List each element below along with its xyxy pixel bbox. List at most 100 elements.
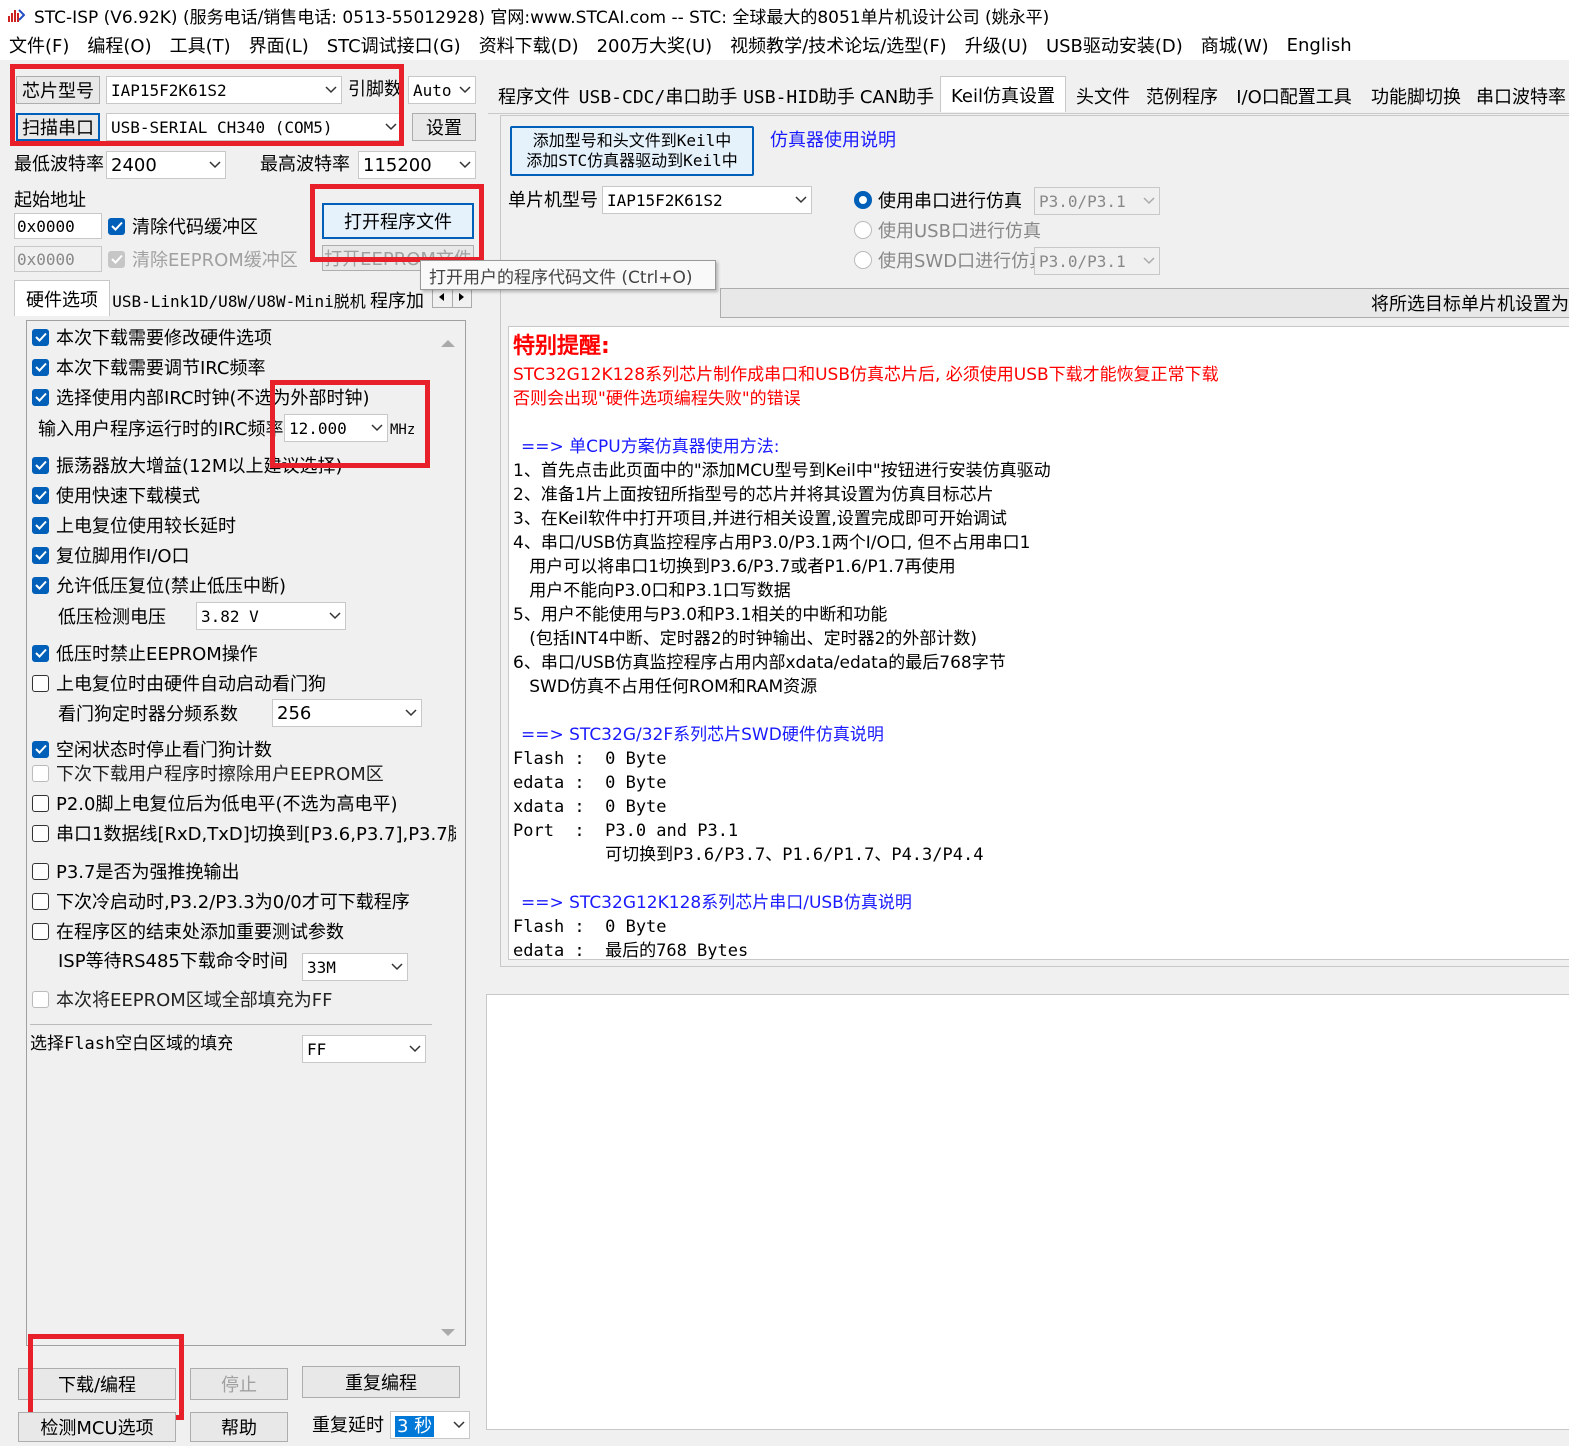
hardware-option-checkbox[interactable]: 本次下载需要修改硬件选项 [32,324,272,350]
menu-file[interactable]: 文件(F) [0,32,78,58]
tab-program-file[interactable]: 程序文件 [492,80,576,112]
hardware-option-checkbox[interactable]: 下次冷启动时,P3.2/P3.3为0/0才可下载程序 [32,888,410,914]
tab-keil-emulation[interactable]: Keil仿真设置 [940,76,1066,112]
repeat-delay-value: 3 秒 [395,1416,435,1437]
min-baud-select[interactable]: 2400 [106,151,226,179]
code-address-input[interactable]: 0x0000 [14,213,102,239]
repeat-delay-select[interactable]: 3 秒 [390,1411,470,1439]
section-swd-lines: Flash : 0 Byte edata : 0 Byte xdata : 0 By… [513,747,1565,867]
irc-frequency-label: 输入用户程序运行时的IRC频率 [38,419,284,440]
hardware-option-checkbox[interactable]: 使用快速下载模式 [32,482,200,508]
tab-can[interactable]: CAN助手 [860,80,934,112]
flash-fill-value: FF [307,1039,327,1059]
min-baud-label: 最低波特率 [14,154,104,175]
tab-examples[interactable]: 范例程序 [1142,80,1222,112]
checkbox-unchecked-icon [32,824,49,842]
notice-line: 用户可以将串口1切换到P3.6/P3.7或者P1.6/P1.7再使用 [513,557,956,577]
section-single-cpu-lines: 1、首先点击此页面中的"添加MCU型号到Keil中"按钮进行安装仿真驱动 2、准备… [513,459,1565,699]
download-program-button[interactable]: 下载/编程 [18,1368,176,1400]
hardware-option-checkbox[interactable]: 本次下载需要调节IRC频率 [32,354,266,380]
wdt-prescaler-select[interactable]: 256 [272,699,422,727]
tab-pin-switch[interactable]: 功能脚切换 [1368,80,1464,112]
hardware-option-checkbox[interactable]: 允许低压复位(禁止低压中断) [32,572,286,598]
hardware-option-checkbox[interactable]: P3.7是否为强推挽输出 [32,858,239,884]
radio-swd-emulation: 使用SWD口进行仿真 [854,247,1047,273]
hardware-option-checkbox[interactable]: P2.0脚上电复位后为低电平(不选为高电平) [32,790,398,816]
hardware-option-checkbox[interactable]: 在程序区的结束处添加重要测试参数 [32,918,344,944]
flash-fill-select[interactable]: FF [302,1035,426,1063]
menu-program[interactable]: 编程(O) [78,32,160,58]
settings-button[interactable]: 设置 [412,113,476,141]
repeat-program-button[interactable]: 重复编程 [302,1366,460,1398]
notice-line: Port : P3.0 and P3.1 [513,821,739,841]
menu-interface[interactable]: 界面(L) [240,32,318,58]
radio-swd-label: 使用SWD口进行仿真 [878,251,1048,272]
hardware-option-checkbox[interactable]: 复位脚用作I/O口 [32,542,190,568]
detect-mcu-options-button[interactable]: 检测MCU选项 [18,1412,176,1442]
hardware-option-checkbox: 下次下载用户程序时擦除用户EEPROM区 [32,760,384,786]
hardware-option-label: 串口1数据线[RxD,TxD]切换到[P3.6,P3.7],P3.7脚 [56,824,456,845]
radio-serial-emulation[interactable]: 使用串口进行仿真 [854,187,1022,213]
checkbox-unchecked-icon [32,794,49,812]
hardware-option-checkbox[interactable]: 低压时禁止EEPROM操作 [32,640,258,666]
pin-count-select[interactable]: Auto [408,76,476,104]
scan-port-button[interactable]: 扫描串口 [16,113,100,141]
menu-upgrade[interactable]: 升级(U) [956,32,1037,58]
hardware-option-checkbox[interactable]: 串口1数据线[RxD,TxD]切换到[P3.6,P3.7],P3.7脚 [32,820,456,846]
open-program-file-button[interactable]: 打开程序文件 [322,203,474,239]
output-log-area[interactable] [486,994,1569,1430]
help-button[interactable]: 帮助 [190,1412,288,1442]
tab-baud-rate[interactable]: 串口波特率 [1476,80,1569,112]
hardware-option-checkbox[interactable]: 振荡器放大增益(12M以上建议选择) [32,452,342,478]
menu-english[interactable]: English [1278,35,1361,56]
menu-usb-driver[interactable]: USB驱动安装(D) [1037,32,1192,58]
tab-hardware-options[interactable]: 硬件选项 [14,280,110,316]
irc-frequency-select[interactable]: 12.000 [284,414,388,442]
checkbox-unchecked-icon [32,862,49,880]
add-to-keil-button[interactable]: 添加型号和头文件到Keil中 添加STC仿真器驱动到Keil中 [510,126,754,176]
hardware-option-label: 在程序区的结束处添加重要测试参数 [56,922,344,943]
checkbox-checked-icon [32,486,49,504]
tab-io-config[interactable]: I/O口配置工具 [1232,80,1356,112]
tab-usb-cdc-serial[interactable]: USB-CDC/串口助手 [579,80,738,112]
hardware-option-checkbox[interactable]: 上电复位时由硬件自动启动看门狗 [32,670,326,696]
tab-usb-link-offline[interactable]: USB-Link1D/U8W/U8W-Mini脱机 [112,284,366,316]
chevron-down-icon [401,700,421,726]
clear-code-buffer-checkbox[interactable]: 清除代码缓冲区 [108,213,258,239]
scroll-down-icon[interactable] [441,1322,455,1343]
scroll-up-icon[interactable] [441,332,455,353]
max-baud-select[interactable]: 115200 [358,151,476,179]
port-select[interactable]: USB-SERIAL CH340 (COM5) [106,113,402,141]
notice-red-line: STC32G12K128系列芯片制作成串口和USB仿真芯片后, 必须使用USB下… [513,365,1219,385]
tab-header-file[interactable]: 头文件 [1070,80,1136,112]
menu-debug-interface[interactable]: STC调试接口(G) [318,32,470,58]
menu-tools[interactable]: 工具(T) [161,32,240,58]
radio-unselected-icon [854,251,872,269]
checkbox-checked-icon [32,456,49,474]
emulator-manual-link[interactable]: 仿真器使用说明 [770,129,896,153]
menu-downloads[interactable]: 资料下载(D) [470,32,588,58]
tab-scroll-left-icon[interactable] [433,287,453,307]
section-serial-usb-lines: Flash : 0 Byte edata : 最后的768 Bytes [513,915,1565,959]
menu-store[interactable]: 商城(W) [1192,32,1278,58]
set-target-mcu-button[interactable]: 将所选目标单片机设置为 [720,288,1569,318]
chevron-down-icon [321,77,341,103]
chip-model-select[interactable]: IAP15F2K61S2 [106,76,342,104]
lvd-voltage-select[interactable]: 3.82 V [196,602,346,630]
hardware-option-label: 复位脚用作I/O口 [56,546,190,567]
menu-video-forum[interactable]: 视频教学/技术论坛/选型(F) [721,32,956,58]
hardware-option-checkbox[interactable]: 上电复位使用较长延时 [32,512,236,538]
checkbox-checked-icon [32,740,49,758]
hardware-option-checkbox[interactable]: 空闲状态时停止看门狗计数 [32,736,272,762]
tab-scroll-right-icon[interactable] [453,287,472,307]
hardware-option-label: P2.0脚上电复位后为低电平(不选为高电平) [56,794,398,815]
checkbox-checked-icon [108,217,125,235]
mcu-model-select[interactable]: IAP15F2K61S2 [602,186,812,214]
menu-award[interactable]: 200万大奖(U) [588,32,722,58]
isp-wait-select[interactable]: 33M [302,953,408,981]
chip-model-button[interactable]: 芯片型号 [16,76,100,104]
chevron-down-icon [791,187,811,213]
hardware-option-checkbox[interactable]: 选择使用内部IRC时钟(不选为外部时钟) [32,384,370,410]
section-title-single-cpu: ==> 单CPU方案仿真器使用方法: [521,437,780,457]
tab-usb-hid[interactable]: USB-HID助手 [743,80,855,112]
